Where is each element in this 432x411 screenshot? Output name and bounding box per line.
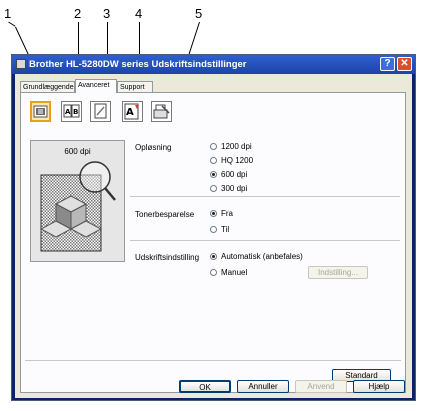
- resolution-label: Opløsning: [135, 143, 172, 152]
- resolution-1200-label: 1200 dpi: [221, 142, 252, 151]
- device-options-icon-button[interactable]: [151, 101, 172, 122]
- setup-button[interactable]: Indstilling...: [308, 266, 368, 279]
- svg-text:A: A: [126, 107, 134, 118]
- separator: [130, 240, 400, 241]
- device-options-icon: [153, 104, 170, 119]
- watermark-icon-button[interactable]: [90, 101, 111, 122]
- svg-text:A: A: [65, 108, 71, 116]
- dialog-client: Grundlæggende Avanceret Support A B A 60…: [15, 74, 412, 398]
- callout-5: 5: [195, 6, 203, 21]
- resolution-300-label: 300 dpi: [221, 184, 248, 193]
- duplex-icon-button[interactable]: A B: [61, 101, 82, 122]
- quality-preview: 600 dpi: [30, 140, 125, 262]
- printer-icon: [16, 59, 26, 69]
- title-bar: Brother HL-5280DW series Udskriftsindsti…: [12, 55, 415, 74]
- toner-on-label: Til: [221, 225, 230, 234]
- quality-icon-button[interactable]: [30, 101, 51, 122]
- svg-text:B: B: [73, 108, 78, 116]
- toner-off-label: Fra: [221, 209, 233, 218]
- print-setting-label: Udskriftsindstilling: [135, 253, 200, 262]
- ok-button[interactable]: OK: [179, 380, 231, 393]
- toner-on-radio[interactable]: [210, 226, 217, 233]
- page-setting-icon: A: [124, 103, 139, 120]
- window-title: Brother HL-5280DW series Udskriftsindsti…: [29, 59, 247, 70]
- quality-icon: [33, 105, 48, 118]
- cancel-button[interactable]: Annuller: [237, 380, 289, 393]
- callout-4: 4: [135, 6, 143, 21]
- help-button[interactable]: Hjælp: [353, 380, 405, 393]
- advanced-panel: A B A 600 dpi Opløsning 1200 dpi HQ 1200…: [20, 92, 406, 393]
- resolution-hq1200-label: HQ 1200: [221, 156, 254, 165]
- tab-support[interactable]: Support: [117, 81, 153, 92]
- tab-advanced[interactable]: Avanceret: [75, 79, 117, 93]
- print-manual-radio[interactable]: [210, 269, 217, 276]
- print-auto-label: Automatisk (anbefales): [221, 252, 303, 261]
- preview-label: 600 dpi: [64, 147, 91, 156]
- help-title-button[interactable]: ?: [380, 57, 395, 71]
- watermark-icon: [94, 103, 107, 119]
- tab-basic[interactable]: Grundlæggende: [20, 81, 75, 92]
- duplex-icon: A B: [63, 104, 80, 118]
- page-setting-icon-button[interactable]: A: [122, 101, 143, 122]
- preview-image: [39, 161, 116, 252]
- resolution-hq1200-radio[interactable]: [210, 157, 217, 164]
- close-button[interactable]: ✕: [397, 57, 412, 71]
- resolution-600-radio[interactable]: [210, 171, 217, 178]
- print-auto-radio[interactable]: [210, 253, 217, 260]
- resolution-1200-radio[interactable]: [210, 143, 217, 150]
- separator: [25, 360, 401, 361]
- resolution-600-label: 600 dpi: [221, 170, 248, 179]
- callout-line-1a: [8, 21, 16, 27]
- printer-preferences-dialog: Brother HL-5280DW series Udskriftsindsti…: [11, 54, 416, 401]
- separator: [130, 196, 400, 197]
- callout-2: 2: [74, 6, 82, 21]
- toner-save-label: Tonerbesparelse: [135, 210, 195, 219]
- print-manual-label: Manuel: [221, 268, 248, 277]
- resolution-300-radio[interactable]: [210, 185, 217, 192]
- callout-1: 1: [4, 6, 12, 21]
- apply-button[interactable]: Anvend: [295, 380, 347, 393]
- callout-3: 3: [103, 6, 111, 21]
- toner-off-radio[interactable]: [210, 210, 217, 217]
